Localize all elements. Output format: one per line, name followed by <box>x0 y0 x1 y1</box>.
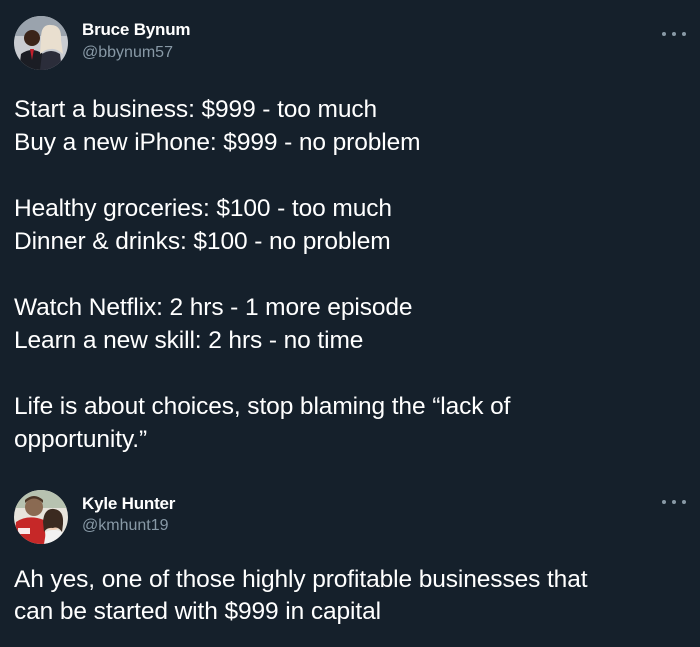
tweet-line: Ah yes, one of those highly profitable b… <box>14 566 588 593</box>
tweet-paragraph: Ah yes, one of those highly profitable b… <box>14 564 686 628</box>
more-horizontal-icon[interactable] <box>662 27 686 41</box>
tweet-line: Life is about choices, stop blaming the … <box>14 393 511 420</box>
tweet-text: Ah yes, one of those highly profitable b… <box>14 564 686 628</box>
tweet-line: Learn a new skill: 2 hrs - no time <box>14 327 364 354</box>
user-handle[interactable]: @kmhunt19 <box>82 517 169 535</box>
tweet-line: Start a business: $999 - too much <box>14 96 378 123</box>
avatar[interactable] <box>14 16 68 70</box>
tweet-paragraph: Start a business: $999 - too much Buy a … <box>14 93 686 159</box>
tweet-reply[interactable]: Kyle Hunter @kmhunt19 Ah yes, one of tho… <box>0 475 700 647</box>
profile-photo <box>14 490 68 544</box>
tweet-paragraph: Healthy groceries: $100 - too much Dinne… <box>14 192 686 258</box>
tweet-line: can be started with $999 in capital <box>14 598 381 625</box>
avatar[interactable] <box>14 490 68 544</box>
tweet-paragraph: Life is about choices, stop blaming the … <box>14 390 686 456</box>
profile-photo <box>14 16 68 70</box>
display-name[interactable]: Bruce Bynum <box>82 20 191 40</box>
tweet-line: Healthy groceries: $100 - too much <box>14 195 392 222</box>
tweet-line: Watch Netflix: 2 hrs - 1 more episode <box>14 294 413 321</box>
tweet-line: Dinner & drinks: $100 - no problem <box>14 228 391 255</box>
more-horizontal-icon[interactable] <box>662 495 686 509</box>
tweet-paragraph: Watch Netflix: 2 hrs - 1 more episode Le… <box>14 291 686 357</box>
tweet-line: Buy a new iPhone: $999 - no problem <box>14 129 421 156</box>
tweet[interactable]: Bruce Bynum @bbynum57 Start a business: … <box>0 0 700 475</box>
tweet-line: opportunity.” <box>14 426 148 453</box>
display-name[interactable]: Kyle Hunter <box>82 494 175 514</box>
tweet-text: Start a business: $999 - too much Buy a … <box>14 93 686 456</box>
user-handle[interactable]: @bbynum57 <box>82 44 173 62</box>
